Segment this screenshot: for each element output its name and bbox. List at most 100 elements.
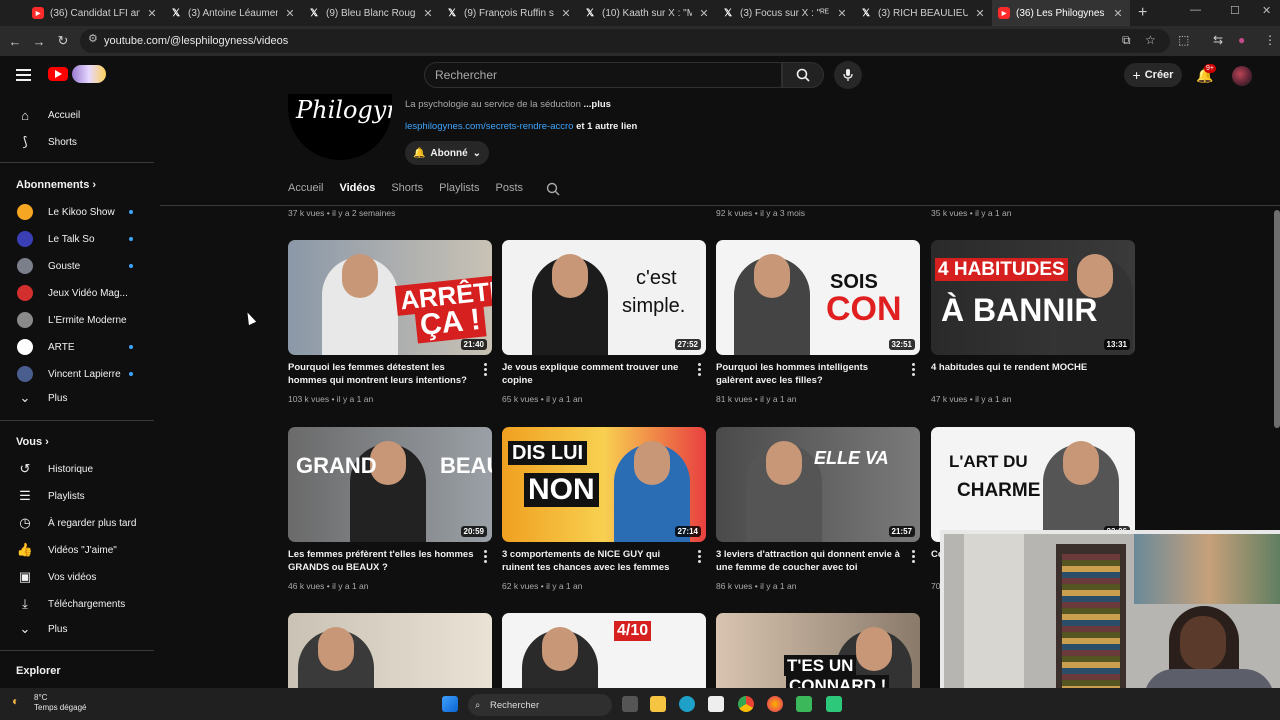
file-explorer-icon[interactable] <box>650 696 666 712</box>
channel-avatar[interactable]: Philogynes <box>288 94 392 160</box>
sidebar-item-you[interactable]: ↺ Historique <box>0 456 154 482</box>
video-thumbnail[interactable]: ARRÊTE ÇA ! 21:40 <box>288 240 492 355</box>
subscription-item[interactable]: Jeux Vidéo Mag... <box>0 280 154 306</box>
subscription-item[interactable]: L'Ermite Moderne <box>0 307 154 333</box>
taskbar-search[interactable]: ⌕ Rechercher <box>468 694 612 716</box>
video-title[interactable]: Pourquoi les hommes intelligents galèren… <box>716 361 904 387</box>
video-card[interactable]: c'est simple. 27:52 Je vous explique commen… <box>502 240 706 404</box>
video-card[interactable]: ELLE VA 21:57 3 leviers d'attraction qui d… <box>716 427 920 591</box>
menu-icon[interactable]: ⋮ <box>1264 33 1276 47</box>
browser-tab[interactable]: 𝕏 (3) RICH BEAULIEU co sur ✕ <box>854 0 992 26</box>
sidebar-item-you[interactable]: ◷ À regarder plus tard <box>0 510 154 536</box>
video-card[interactable]: GRAND BEAU 20:59 Les femmes préfèrent t'ell… <box>288 427 492 591</box>
store-icon[interactable] <box>708 696 724 712</box>
channel-link[interactable]: lesphilogynes.com/secrets-rendre-accro <box>405 121 573 132</box>
sidebar-item-you[interactable]: ☰ Playlists <box>0 483 154 509</box>
site-info-icon[interactable]: ⚙ <box>88 32 98 45</box>
chrome-icon[interactable] <box>738 696 754 712</box>
new-tab-button[interactable]: + <box>1138 4 1147 22</box>
close-tab-icon[interactable]: ✕ <box>698 7 710 20</box>
channel-tab[interactable]: Playlists <box>439 182 479 194</box>
app-icon-2[interactable] <box>826 696 842 712</box>
subscription-item[interactable]: ARTE <box>0 334 154 360</box>
video-thumbnail[interactable]: 4/10 <box>502 613 706 688</box>
video-card[interactable]: SOIS CON 32:51 Pourquoi les hommes intellig… <box>716 240 920 404</box>
video-thumbnail[interactable]: T'ES UN CONNARD ! <box>716 613 920 688</box>
install-app-icon[interactable]: ⧉ <box>1122 33 1131 48</box>
minimize-icon[interactable]: — <box>1190 4 1201 16</box>
close-tab-icon[interactable]: ✕ <box>1112 7 1124 20</box>
more-options-icon[interactable] <box>912 550 915 565</box>
video-card[interactable]: 4/10 <box>502 613 706 688</box>
search-button[interactable] <box>782 62 824 88</box>
browser-tab[interactable]: 𝕏 (9) François Ruffin sur X : ✕ <box>440 0 578 26</box>
video-card[interactable] <box>288 613 492 688</box>
video-thumbnail[interactable]: DIS LUI NON 27:14 <box>502 427 706 542</box>
subscriptions-header[interactable]: Abonnements › <box>16 179 96 191</box>
browser-tab[interactable]: ▶ (36) Candidat LFI antisém ✕ <box>26 0 164 26</box>
close-tab-icon[interactable]: ✕ <box>560 7 572 20</box>
browser-tab[interactable]: 𝕏 (9) Bleu Blanc Rouge ! ᴿᴱ ✕ <box>302 0 440 26</box>
forward-icon[interactable]: → <box>27 34 51 49</box>
video-thumbnail[interactable]: c'est simple. 27:52 <box>502 240 706 355</box>
channel-description[interactable]: La psychologie au service de la séductio… <box>405 99 611 110</box>
more-options-icon[interactable] <box>698 550 701 565</box>
close-tab-icon[interactable]: ✕ <box>284 7 296 20</box>
channel-tab[interactable]: Accueil <box>288 182 323 194</box>
task-view-icon[interactable] <box>622 696 638 712</box>
sidebar-more-subscriptions[interactable]: ⌄ Plus <box>0 385 154 411</box>
close-window-icon[interactable]: ✕ <box>1262 4 1271 17</box>
close-tab-icon[interactable]: ✕ <box>422 7 434 20</box>
video-card[interactable]: T'ES UN CONNARD ! <box>716 613 920 688</box>
hamburger-menu-icon[interactable] <box>16 69 31 84</box>
edge-icon[interactable] <box>679 696 695 712</box>
tab-search-icon[interactable]: ⇆ <box>1213 33 1223 47</box>
video-thumbnail[interactable]: L'ART DUCHARME23:06 <box>931 427 1135 542</box>
back-icon[interactable]: ← <box>3 34 27 49</box>
browser-tab[interactable]: 𝕏 (3) Antoine Léaument ᴿᴱ ✕ <box>164 0 302 26</box>
browser-tab[interactable]: 𝕏 (3) Focus sur X : "ᴿᴱ IN ✕ <box>716 0 854 26</box>
close-tab-icon[interactable]: ✕ <box>974 7 986 20</box>
doodle-logo[interactable] <box>72 65 106 83</box>
subscription-item[interactable]: Vincent Lapierre <box>0 361 154 387</box>
profile-icon[interactable]: ● <box>1238 33 1245 47</box>
maximize-icon[interactable]: ☐ <box>1230 4 1240 17</box>
video-thumbnail[interactable] <box>288 613 492 688</box>
video-title[interactable]: 3 comportements de NICE GUY qui ruinent … <box>502 548 690 574</box>
you-header[interactable]: Vous › <box>16 436 49 448</box>
channel-tab[interactable]: Shorts <box>391 182 423 194</box>
sidebar-item-shorts[interactable]: ⟆ Shorts <box>0 129 154 155</box>
reload-icon[interactable]: ↻ <box>51 33 75 49</box>
sidebar-item-you[interactable]: ▣ Vos vidéos <box>0 564 154 590</box>
video-thumbnail[interactable]: ELLE VA 21:57 <box>716 427 920 542</box>
windows-start-icon[interactable] <box>442 696 458 712</box>
search-input[interactable]: Rechercher <box>424 62 782 88</box>
video-title[interactable]: Les femmes préfèrent t'elles les hommes … <box>288 548 476 574</box>
address-bar[interactable]: youtube.com/@lesphilogyness/videos <box>80 29 1170 53</box>
app-icon[interactable] <box>796 696 812 712</box>
sidebar-more-you[interactable]: ⌄ Plus <box>0 616 154 642</box>
sidebar-item-accueil[interactable]: ⌂ Accueil <box>0 102 154 128</box>
sidebar-item-you[interactable]: 👍 Vidéos "J'aime" <box>0 537 154 563</box>
voice-search-button[interactable] <box>834 61 862 89</box>
firefox-icon[interactable] <box>767 696 783 712</box>
subscription-item[interactable]: Gouste <box>0 253 154 279</box>
video-card[interactable]: L'ART DUCHARME23:06Co70 <box>931 427 1135 591</box>
other-links[interactable]: et 1 autre lien <box>576 121 637 132</box>
more-options-icon[interactable] <box>484 550 487 565</box>
close-tab-icon[interactable]: ✕ <box>836 7 848 20</box>
video-title[interactable]: 3 leviers d'attraction qui donnent envie… <box>716 548 904 574</box>
video-card[interactable]: DIS LUI NON 27:14 3 comportements de NICE G… <box>502 427 706 591</box>
channel-search-button[interactable] <box>546 182 560 199</box>
more-options-icon[interactable] <box>912 363 915 378</box>
video-thumbnail[interactable]: 4 HABITUDES À BANNIR 13:31 <box>931 240 1135 355</box>
more-options-icon[interactable] <box>698 363 701 378</box>
weather-widget[interactable]: ◐ 8°C Temps dégagé <box>12 693 86 713</box>
extensions-icon[interactable]: ⬚ <box>1178 33 1189 47</box>
video-title[interactable]: Je vous explique comment trouver une cop… <box>502 361 690 387</box>
subscription-item[interactable]: Le Talk So <box>0 226 154 252</box>
youtube-logo[interactable] <box>48 67 68 81</box>
channel-tab[interactable]: Posts <box>495 182 523 194</box>
video-thumbnail[interactable]: SOIS CON 32:51 <box>716 240 920 355</box>
bookmark-star-icon[interactable]: ☆ <box>1145 33 1156 47</box>
